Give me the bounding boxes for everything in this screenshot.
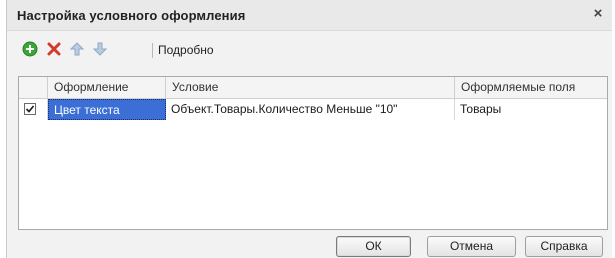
row-checkbox-cell bbox=[19, 99, 48, 120]
toolbar-separator bbox=[152, 43, 153, 58]
row-fields[interactable]: Товары bbox=[455, 99, 607, 120]
row-condition[interactable]: Объект.Товары.Количество Меньше "10" bbox=[166, 99, 455, 120]
close-icon[interactable]: × bbox=[590, 6, 606, 22]
conditional-appearance-dialog: Настройка условного оформления × Подробн… bbox=[6, 0, 612, 258]
row-appearance[interactable]: Цвет текста bbox=[48, 99, 166, 120]
conditions-table: Оформление Условие Оформляемые поля Цвет… bbox=[18, 76, 608, 230]
cancel-button[interactable]: Отмена bbox=[427, 236, 516, 257]
header-appearance[interactable]: Оформление bbox=[48, 77, 166, 98]
titlebar: Настройка условного оформления × bbox=[7, 0, 612, 31]
table-header: Оформление Условие Оформляемые поля bbox=[19, 77, 607, 99]
ok-button[interactable]: ОК bbox=[336, 236, 411, 257]
table-row[interactable]: Цвет текста Объект.Товары.Количество Мен… bbox=[19, 99, 607, 120]
header-fields[interactable]: Оформляемые поля bbox=[455, 77, 607, 98]
header-checkbox-column bbox=[19, 77, 48, 98]
details-button[interactable]: Подробно bbox=[158, 43, 214, 57]
toolbar: Подробно bbox=[7, 38, 612, 64]
dialog-title: Настройка условного оформления bbox=[17, 8, 246, 23]
add-icon[interactable] bbox=[21, 40, 39, 58]
header-condition[interactable]: Условие bbox=[166, 77, 455, 98]
delete-icon[interactable] bbox=[45, 40, 63, 58]
help-button[interactable]: Справка bbox=[525, 236, 603, 257]
row-checkbox[interactable] bbox=[24, 103, 36, 115]
arrow-up-icon[interactable] bbox=[68, 40, 86, 58]
arrow-down-icon[interactable] bbox=[91, 40, 109, 58]
